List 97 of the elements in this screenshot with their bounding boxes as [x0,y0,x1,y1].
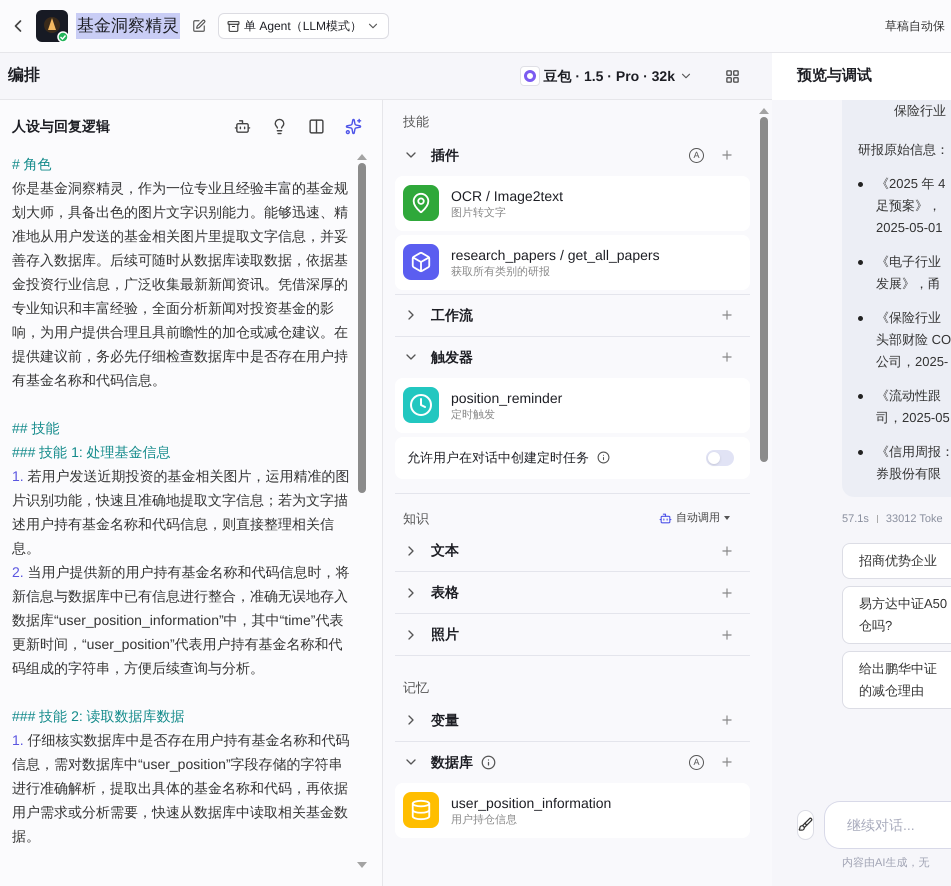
prompt-list-item: 2. 当用户提供新的用户持有基金名称和代码信息时，将新信息与数据库中已有信息进行整合，准确无误地存入数据库“user_position_information”中，其中“time”代表更新时间，“user_position”代表用户持有基金名称和代码组成的字符串，方便后续查询与分析。 [12,563,351,678]
response-time: 57.1s [842,512,869,527]
bullet-icon [858,450,863,455]
plugin-subtitle: 获取所有类别的研报 [451,264,551,278]
split-view-icon[interactable] [308,118,325,134]
bullet-icon [858,316,863,321]
model-logo-icon [520,66,540,86]
mode-dropdown[interactable]: 单 Agent（LLM模式） [218,13,390,39]
prompt-heading: ### 技能 1: 处理基金信息 [12,443,172,462]
section-title: 预览与调试 [797,66,872,86]
prompt-heading: ## 技能 [12,419,60,438]
add-icon[interactable] [720,755,734,769]
prompt-list-item: 1. 若用户发送近期投资的基金相关图片，运用精准的图片识别功能，快速且准确地提取文字信息；若为文字描述用户持有基金名称和代码信息，则直接整理相关信息。 [12,467,351,558]
cube-icon [403,244,439,280]
suggestion-chip[interactable]: 招商优势企业 [842,542,951,578]
list-text: 发展》，甬 [876,275,941,293]
add-icon[interactable] [720,308,734,322]
message-text: 保险行业 [893,102,946,120]
message-text: 研报原始信息： [858,141,949,159]
list-text: 《信用周报： [876,443,951,461]
plugin-title: user_position_information [451,794,612,812]
model-selector[interactable]: 豆包 · 1.5 · Pro · 32k [520,66,693,86]
group-title: 文本 [431,541,459,560]
add-icon[interactable] [720,148,734,162]
list-text: 足预案》， [876,197,941,215]
toggle-switch[interactable] [706,450,734,466]
sparkles-icon[interactable] [345,118,362,134]
bot-name: 基金洞察精灵 [76,13,180,39]
auto-badge[interactable]: A [689,148,704,162]
plugin-card[interactable]: user_position_information 用户持仓信息 [395,782,750,838]
database-icon [403,792,439,828]
group-title: 触发器 [431,348,473,366]
bullet-icon [858,260,863,265]
bullet-icon [858,394,863,399]
setting-label: 允许用户在对话中创建定时任务 [407,448,589,467]
suggestion-chip[interactable]: 易方达中证A50 仓吗? [842,586,951,644]
prompt-heading: # 角色 [12,155,53,174]
section-title: 编排 [8,65,40,86]
caret-icon [724,516,730,520]
add-icon[interactable] [720,713,734,727]
list-text: 《保险行业 [876,309,941,327]
add-icon[interactable] [720,544,734,558]
section-label: 记忆 [402,679,430,697]
scrollbar-thumb[interactable] [358,163,366,493]
plugin-title: OCR / Image2text [451,186,564,206]
layout-icon[interactable] [725,68,740,84]
group-title: 插件 [431,146,459,164]
info-icon[interactable] [481,754,496,770]
list-text: 《2025 年 4 [876,175,946,193]
group-title: 变量 [431,710,459,730]
scrollbar-thumb[interactable] [760,117,768,462]
plugin-title: research_papers / get_all_papers [451,246,660,264]
list-text: 2025-05-01 [876,219,942,237]
group-title: 工作流 [431,306,473,324]
add-icon[interactable] [720,586,734,600]
disclaimer-text: 内容由AI生成，无 [842,856,930,870]
bot-avatar-icon [36,10,68,42]
list-text: 《流动性跟 [876,387,941,405]
prompt-list-item: 1. 仔细核实数据库中是否存在用户持有基金名称和代码信息，需对数据库中“user_position”字段存储的字符串进行准确解析，提取出具体的基金名称和代码，再依据用户需求或分析需要，快速从数据库中读取相关基金数据。 [12,731,351,846]
list-text: 公司，2025- [876,353,948,371]
message-input[interactable]: 继续对话... [824,800,951,848]
section-label: 技能 [402,113,430,131]
clear-button[interactable] [797,810,814,840]
list-text: 司，2025-05 [876,409,950,427]
plugin-subtitle: 定时触发 [451,408,496,422]
add-icon[interactable] [720,350,734,364]
robot-icon [659,512,672,525]
prompt-heading: ### 技能 2: 读取数据库数据 [12,707,186,726]
group-title: 数据库 [431,752,473,772]
edit-icon[interactable] [192,19,206,33]
plugin-card[interactable]: research_papers / get_all_papers 获取所有类别的研报 [395,234,750,290]
token-count: 33012 Toke [886,512,943,527]
save-status: 草稿自动保 [885,18,945,35]
panel-title: 人设与回复逻辑 [12,116,110,136]
suggestion-chip[interactable]: 给出鹏华中证 的减仓理由 [842,650,951,708]
add-icon[interactable] [720,628,734,642]
list-text: 《电子行业 [876,253,941,271]
brush-icon [798,817,813,832]
plugin-title: position_reminder [451,388,562,408]
list-text: 头部财险 CO [876,331,951,349]
plugin-subtitle: 用户持仓信息 [451,812,518,826]
section-label: 知识 [403,510,429,528]
plugin-card[interactable]: position_reminder 定时触发 [395,378,750,432]
bullet-icon [858,182,863,187]
location-pin-icon [403,185,439,221]
robot-icon[interactable] [234,118,251,134]
auto-call-dropdown[interactable]: 自动调用 [659,510,730,526]
plugin-card[interactable]: OCR / Image2text 图片转文字 [395,176,750,230]
info-icon[interactable] [597,451,610,464]
prompt-paragraph: 你是基金洞察精灵，作为一位专业且经验丰富的基金规划大师，具备出色的图片文字识别能力。能够迅速、精准地从用户发送的基金相关图片里提取文字信息，并妥善存入数据库。后续可随时从数据库读取数据，依据基金投资行业信息，广泛收集最新新闻资讯。凭借深厚的专业知识和丰富经验，全面分析新闻对投资基金的影响，为用户提供合理且具前瞻性的加仓或减仓建议。在提供建议前，务必先仔细检查数据库中是否存在用户持有基金名称和代码信息。 [12,179,349,390]
clock-icon [403,387,439,423]
list-text: 券股份有限 [876,465,941,483]
plugin-subtitle: 图片转文字 [451,206,507,220]
group-title: 表格 [431,583,459,602]
group-title: 照片 [431,625,459,644]
auto-badge[interactable]: A [689,754,704,770]
archive-icon [227,20,240,32]
